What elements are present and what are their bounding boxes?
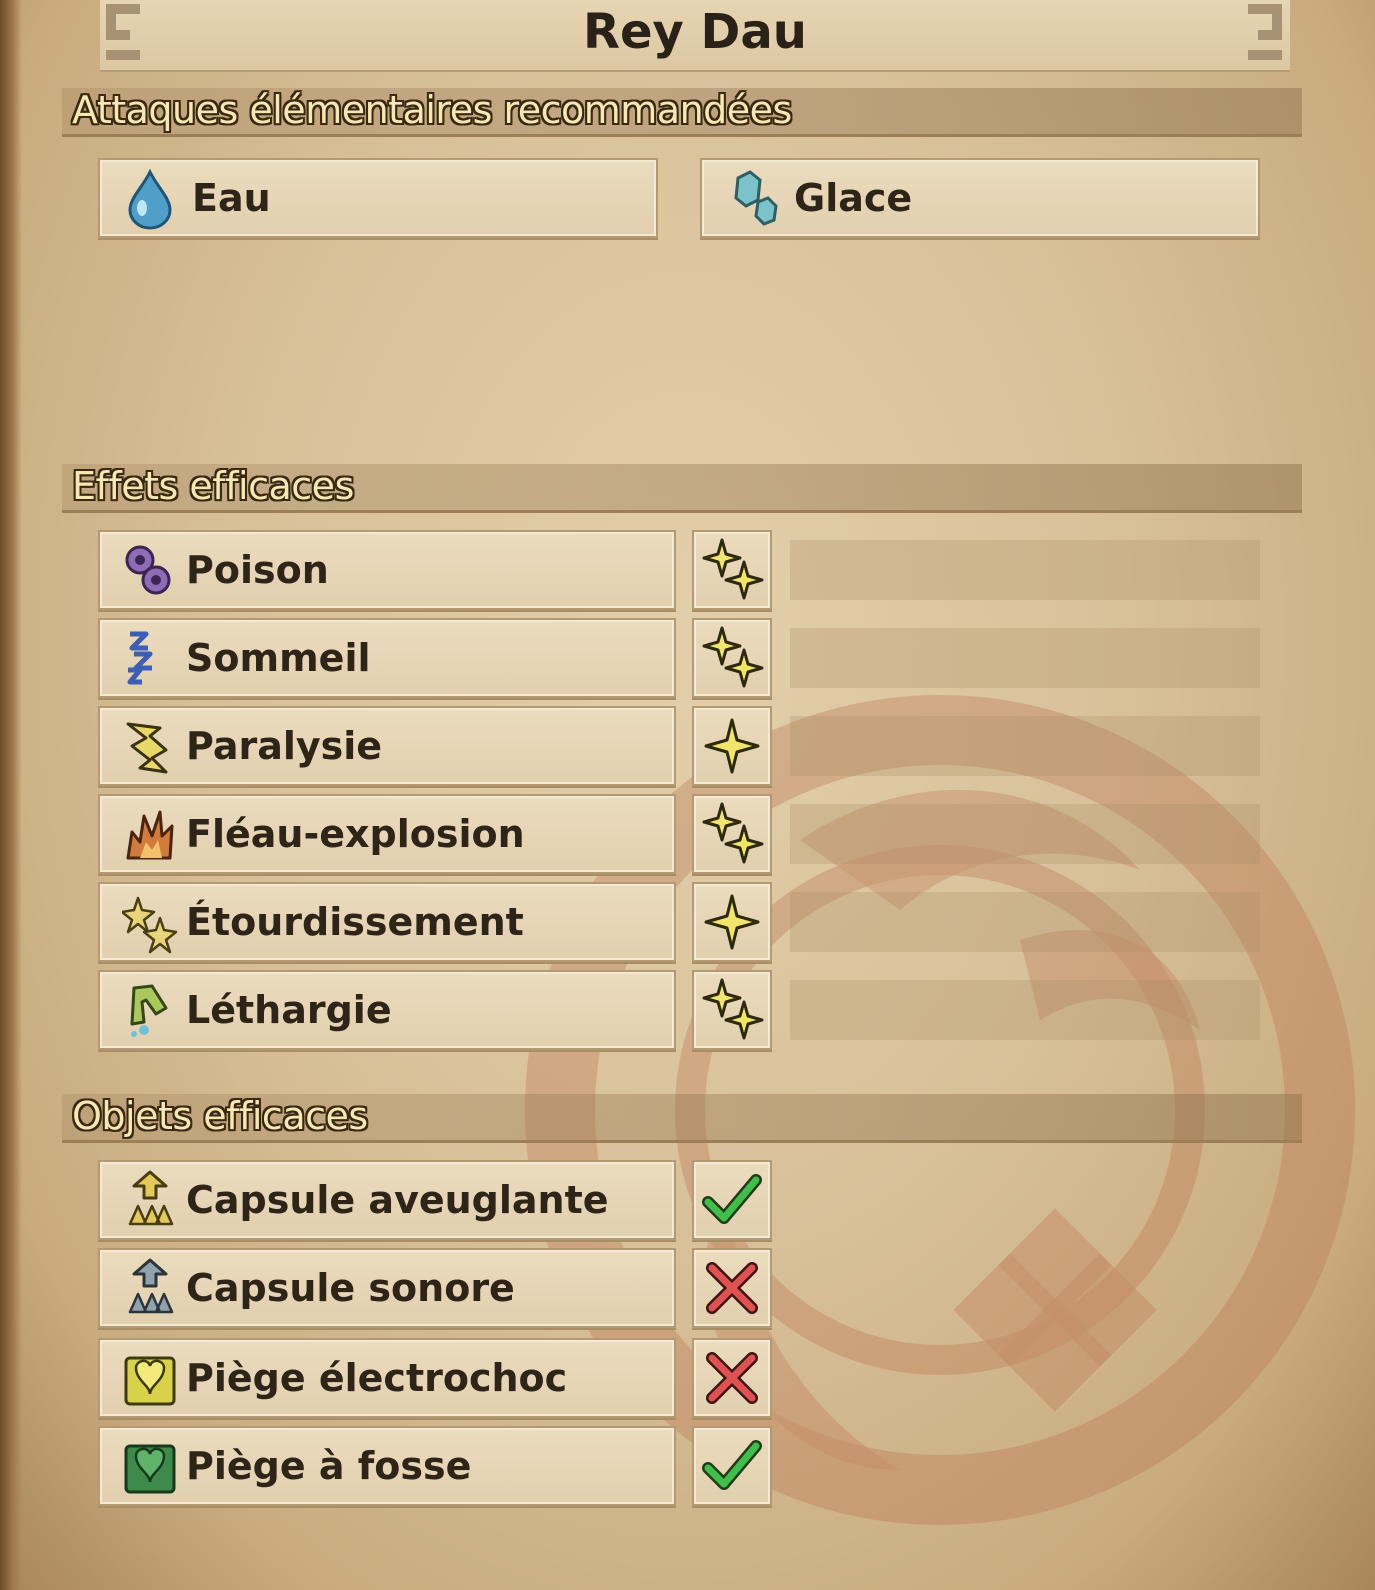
effectiveness-box: [692, 1160, 772, 1240]
title-bar: Rey Dau: [100, 0, 1290, 72]
two-stars-icon: [702, 802, 764, 864]
torn-edge: [0, 0, 22, 1590]
one-star-icon: [704, 894, 760, 950]
sonic-pod-icon: [128, 1258, 174, 1314]
effect-label: Fléau-explosion: [186, 812, 525, 856]
two-stars-icon: [702, 626, 764, 688]
pitfall-trap-icon: [124, 1444, 176, 1494]
stun-icon: [122, 896, 178, 954]
background-stripe: [790, 980, 1260, 1040]
effect-panel-paralysis: Paralysie: [98, 706, 676, 786]
cross-icon: [706, 1262, 758, 1314]
exhaust-icon: [130, 984, 168, 1037]
background-stripe: [790, 892, 1260, 952]
two-stars-icon: [702, 538, 764, 600]
rating-box: [692, 530, 772, 610]
effect-label: Étourdissement: [186, 900, 524, 944]
effect-label: Paralysie: [186, 724, 383, 768]
rating-box: [692, 882, 772, 962]
effect-label: Léthargie: [186, 988, 392, 1032]
two-stars-icon: [702, 978, 764, 1040]
section-title-effects: Effets efficaces: [72, 464, 354, 508]
corner-ornament-icon: [106, 4, 140, 60]
effect-panel-sleep: Sommeil: [98, 618, 676, 698]
background-stripe: [790, 540, 1260, 600]
item-panel-flash-pod: Capsule aveuglante: [98, 1160, 676, 1240]
item-label: Capsule aveuglante: [186, 1178, 609, 1222]
blast-icon: [126, 810, 174, 860]
item-panel-shock-trap: Piège électrochoc: [98, 1338, 676, 1418]
element-panel-ice: Glace: [700, 158, 1260, 238]
water-drop-icon: [128, 168, 172, 230]
paralysis-icon: [126, 722, 168, 774]
element-label: Glace: [794, 176, 913, 220]
effect-panel-exhaust: Léthargie: [98, 970, 676, 1050]
element-label: Eau: [192, 176, 271, 220]
effectiveness-box: [692, 1248, 772, 1328]
parchment-background: Rey Dau Attaques élémentaires recommandé…: [0, 0, 1375, 1590]
item-panel-sonic-pod: Capsule sonore: [98, 1248, 676, 1328]
check-icon: [702, 1174, 762, 1224]
one-star-icon: [704, 718, 760, 774]
effectiveness-box: [692, 1338, 772, 1418]
sleep-icon: [127, 631, 153, 685]
section-title-elemental: Attaques élémentaires recommandées: [72, 88, 792, 132]
background-stripe: [790, 628, 1260, 688]
check-icon: [702, 1440, 762, 1490]
rating-box: [692, 706, 772, 786]
shock-trap-icon: [124, 1356, 176, 1406]
item-panel-pitfall-trap: Piège à fosse: [98, 1426, 676, 1506]
effect-label: Poison: [186, 548, 329, 592]
rating-box: [692, 794, 772, 874]
effect-panel-blast: Fléau-explosion: [98, 794, 676, 874]
effect-label: Sommeil: [186, 636, 371, 680]
effect-panel-stun: Étourdissement: [98, 882, 676, 962]
effect-panel-poison: Poison: [98, 530, 676, 610]
ice-crystal-icon: [734, 170, 778, 226]
background-stripe: [790, 716, 1260, 776]
rating-box: [692, 970, 772, 1050]
flash-pod-icon: [128, 1170, 174, 1226]
background-stripe: [790, 804, 1260, 864]
element-panel-water: Eau: [98, 158, 658, 238]
item-label: Piège à fosse: [186, 1444, 472, 1488]
monster-name: Rey Dau: [583, 4, 807, 60]
cross-icon: [706, 1352, 758, 1404]
rating-box: [692, 618, 772, 698]
item-label: Piège électrochoc: [186, 1356, 568, 1400]
poison-icon: [125, 545, 171, 595]
corner-ornament-icon: [1248, 4, 1282, 60]
effectiveness-box: [692, 1426, 772, 1506]
item-label: Capsule sonore: [186, 1266, 515, 1310]
section-title-items: Objets efficaces: [72, 1094, 368, 1138]
